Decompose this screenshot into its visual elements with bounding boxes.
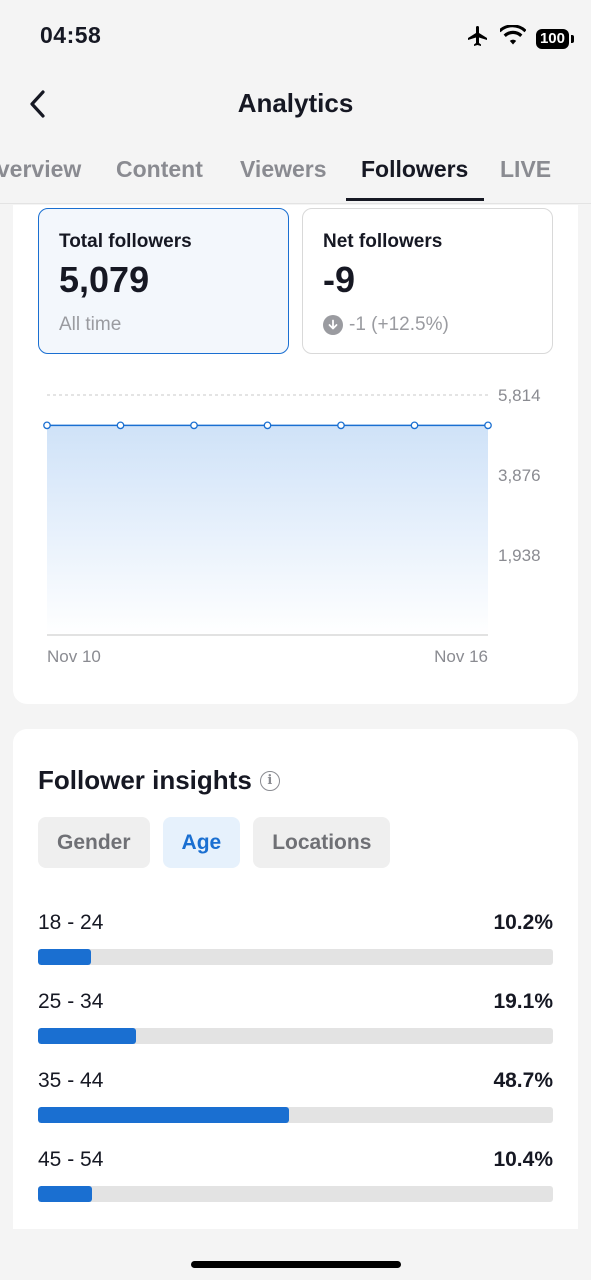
age-bar-track <box>38 1186 553 1202</box>
tab-overview[interactable]: Overview <box>0 156 81 183</box>
data-point[interactable] <box>337 421 345 430</box>
total-followers-value: 5,079 <box>59 259 150 300</box>
net-followers-label: Net followers <box>323 231 443 252</box>
age-range-label: 35 - 44 <box>38 1069 104 1092</box>
age-bar-track <box>38 949 553 965</box>
series-area <box>47 425 488 635</box>
age-range-label: 25 - 34 <box>38 990 104 1013</box>
insights-title: Follower insights <box>38 765 252 795</box>
age-bar-fill <box>38 1186 92 1202</box>
data-point[interactable] <box>190 421 198 430</box>
status-icons: 100 <box>466 24 575 53</box>
age-bar-fill <box>38 949 91 965</box>
age-percentage: 48.7% <box>493 1069 553 1092</box>
data-point[interactable] <box>263 421 272 430</box>
tab-content[interactable]: Content <box>116 156 203 183</box>
x-tick-label: Nov 16 <box>434 647 488 666</box>
home-indicator[interactable] <box>191 1261 401 1268</box>
data-point[interactable] <box>410 421 419 430</box>
insights-header: Follower insights i <box>38 765 280 796</box>
nav-bar: Analytics <box>0 72 591 136</box>
age-range-label: 45 - 54 <box>38 1148 104 1171</box>
status-time: 04:58 <box>40 22 102 48</box>
total-followers-period: All time <box>59 314 122 335</box>
chip-age[interactable]: Age <box>162 817 241 868</box>
tab-followers[interactable]: Followers <box>361 156 468 183</box>
arrow-down-icon <box>323 315 343 335</box>
y-tick-label: 1,938 <box>498 546 541 565</box>
chip-locations[interactable]: Locations <box>253 817 391 868</box>
net-followers-change-row: -1 (+12.5%) <box>323 314 449 336</box>
airplane-icon <box>466 24 490 53</box>
insights-filter-chips: Gender Age Locations <box>38 817 391 868</box>
info-icon[interactable]: i <box>259 770 280 791</box>
x-tick-label: Nov 10 <box>47 647 101 666</box>
net-followers-change: -1 (+12.5%) <box>349 314 449 335</box>
total-followers-card[interactable]: Total followers 5,079 All time <box>38 208 289 354</box>
age-bar-track <box>38 1107 553 1123</box>
y-tick-label: 3,876 <box>498 466 541 485</box>
data-point[interactable] <box>116 421 125 430</box>
follower-insights-card: Follower insights i Gender Age Locations… <box>13 729 578 1229</box>
active-tab-indicator <box>346 198 484 201</box>
followers-overview-card: Total followers 5,079 All time Net follo… <box>13 205 578 704</box>
age-row: 25 - 34 19.1% <box>38 990 553 1050</box>
age-bar-fill <box>38 1028 137 1044</box>
age-row: 45 - 54 10.4% <box>38 1148 553 1208</box>
status-bar: 04:58 100 <box>0 0 591 72</box>
battery-icon: 100 <box>535 28 575 49</box>
chip-gender[interactable]: Gender <box>38 817 150 868</box>
followers-chart: 5,814 3,876 1,938 Nov 10 Nov 16 <box>43 386 541 666</box>
net-followers-card[interactable]: Net followers -9 -1 (+12.5%) <box>302 208 553 354</box>
total-followers-label: Total followers <box>59 231 192 252</box>
tab-bar: Overview Content Viewers Followers LIVE <box>0 140 591 204</box>
age-row: 35 - 44 48.7% <box>38 1069 553 1129</box>
tab-viewers[interactable]: Viewers <box>240 156 327 183</box>
data-point[interactable] <box>484 421 492 430</box>
age-bar-track <box>38 1028 553 1044</box>
age-percentage: 10.2% <box>493 911 553 934</box>
wifi-icon <box>498 24 527 52</box>
age-percentage: 10.4% <box>493 1148 553 1171</box>
net-followers-value: -9 <box>323 259 356 300</box>
age-bar-fill <box>38 1107 289 1123</box>
y-tick-label: 5,814 <box>498 386 541 405</box>
age-row: 18 - 24 10.2% <box>38 911 553 971</box>
age-percentage: 19.1% <box>493 990 553 1013</box>
data-point[interactable] <box>43 421 51 430</box>
tab-live[interactable]: LIVE <box>500 156 551 183</box>
age-range-label: 18 - 24 <box>38 911 104 934</box>
page-title: Analytics <box>237 88 354 118</box>
